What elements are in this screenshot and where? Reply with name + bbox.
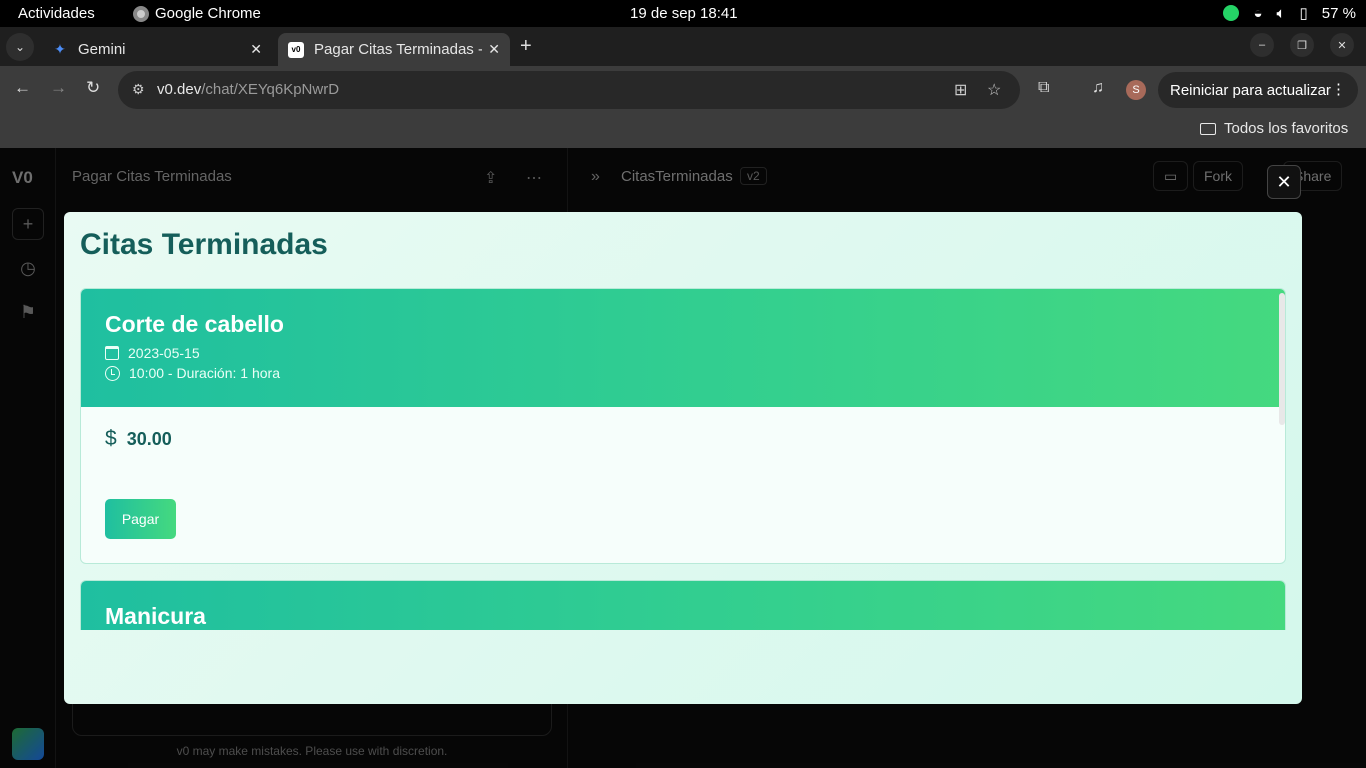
fullscreen-preview: Citas Terminadas Corte de cabello 2023-0… <box>64 212 1302 704</box>
whatsapp-icon <box>1223 5 1240 21</box>
card-header: Manicura <box>81 581 1285 630</box>
battery-level: 57 % <box>1321 4 1356 22</box>
system-top-bar: Actividades Google Chrome 19 de sep 18:4… <box>0 0 1366 27</box>
appointment-date: 2023-05-15 <box>128 345 200 361</box>
restart-label: Reiniciar para actualizar <box>1170 81 1331 99</box>
close-icon[interactable]: ✕ <box>250 41 262 58</box>
volume-icon: 🔈︎ <box>1276 4 1286 22</box>
profile-avatar[interactable]: S <box>1126 80 1146 100</box>
clock-icon <box>105 365 120 381</box>
card-header: Corte de cabello 2023-05-15 10:00 - Dura… <box>81 289 1285 407</box>
restore-icon[interactable]: ❐ <box>1290 33 1314 57</box>
minimize-icon[interactable]: – <box>1250 33 1274 57</box>
tab-title: Pagar Citas Terminadas - v0 <box>314 41 482 58</box>
browser-toolbar: ← → ↻ ⚙ v0.dev/chat/XEYq6KpNwrD ⊞ ☆ ⧉ ♫ … <box>0 66 1366 114</box>
activities-button[interactable]: Actividades <box>18 5 95 22</box>
appointment-card: Corte de cabello 2023-05-15 10:00 - Dura… <box>80 288 1286 564</box>
wifi-icon: ◒ <box>1253 4 1263 22</box>
close-icon[interactable]: ✕ <box>488 41 500 58</box>
dollar-icon: $ <box>105 427 117 450</box>
close-window-icon[interactable]: ✕ <box>1330 33 1354 57</box>
app-name: Google Chrome <box>155 5 261 22</box>
bookmarks-bar: Todos los favoritos <box>0 114 1366 148</box>
bookmark-star-icon[interactable]: ☆ <box>987 80 1001 100</box>
price: $ 30.00 <box>105 427 172 451</box>
address-bar[interactable]: ⚙ v0.dev/chat/XEYq6KpNwrD ⊞ ☆ <box>118 71 1020 109</box>
all-bookmarks-button[interactable]: Todos los favoritos <box>1200 120 1348 137</box>
reload-icon[interactable]: ↻ <box>86 78 100 98</box>
tab-strip: ⌄ ✦ Gemini ✕ v0 Pagar Citas Terminadas -… <box>0 27 1366 66</box>
tab-gemini[interactable]: ✦ Gemini ✕ <box>42 33 272 66</box>
menu-icon[interactable]: ⋮ <box>1331 80 1346 98</box>
system-tray[interactable]: ◒ 🔈︎ ▯ 57 % <box>1223 4 1356 22</box>
battery-icon: ▯ <box>1299 5 1308 22</box>
media-control-icon[interactable]: ♫ <box>1092 79 1104 97</box>
forward-icon[interactable]: → <box>50 78 67 98</box>
restart-to-update-button[interactable]: Reiniciar para actualizar ⋮ <box>1158 72 1358 108</box>
v0-icon: v0 <box>288 41 304 58</box>
tab-search-button[interactable]: ⌄ <box>6 33 34 61</box>
date-row: 2023-05-15 <box>105 345 200 361</box>
extensions-icon[interactable]: ⧉ <box>1038 79 1049 97</box>
gemini-icon: ✦ <box>54 41 66 57</box>
site-info-icon[interactable]: ⚙ <box>132 81 145 98</box>
appointment-card: Manicura <box>80 580 1286 630</box>
service-name: Manicura <box>105 603 206 629</box>
appointment-time: 10:00 - Duración: 1 hora <box>129 365 280 381</box>
page-title: Citas Terminadas <box>80 228 328 261</box>
app-menu[interactable]: Google Chrome <box>133 5 261 22</box>
folder-icon <box>1200 122 1216 135</box>
tab-v0[interactable]: v0 Pagar Citas Terminadas - v0 ✕ <box>278 33 510 66</box>
new-tab-button[interactable]: + <box>520 35 532 58</box>
url-text[interactable]: v0.dev/chat/XEYq6KpNwrD <box>157 81 339 98</box>
close-preview-button[interactable]: ✕ <box>1267 165 1301 199</box>
calendar-icon <box>105 346 119 360</box>
tab-title: Gemini <box>78 41 126 58</box>
scrollbar[interactable] <box>1279 293 1285 425</box>
clock[interactable]: 19 de sep 18:41 <box>630 5 738 22</box>
chrome-icon <box>133 5 149 22</box>
price-value: 30.00 <box>126 428 172 449</box>
time-row: 10:00 - Duración: 1 hora <box>105 365 280 381</box>
pay-button[interactable]: Pagar <box>105 499 176 539</box>
appointments-list[interactable]: Corte de cabello 2023-05-15 10:00 - Dura… <box>80 288 1286 630</box>
all-bookmarks-label: Todos los favoritos <box>1224 120 1349 137</box>
translate-icon[interactable]: ⊞ <box>954 80 967 100</box>
service-name: Corte de cabello <box>105 311 284 337</box>
back-icon[interactable]: ← <box>14 78 31 98</box>
window-controls: – ❐ ✕ <box>1250 33 1354 57</box>
